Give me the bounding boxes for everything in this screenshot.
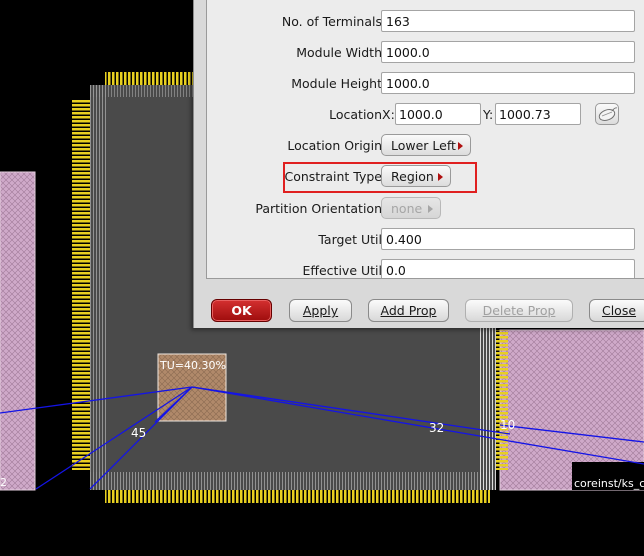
properties-form: No. of Terminals 163 Module Width 1000.0… [206,0,644,279]
row-location: Location X: 1000.0 Y: 1000.73 [207,103,644,129]
add-prop-button[interactable]: Add Prop [368,299,449,322]
partition-orientation-value: none [391,201,423,216]
target-util-label: Target Util [318,232,382,247]
pins-right [496,330,508,470]
partition-orientation-label: Partition Orientation [255,201,382,216]
module-properties-dialog: No. of Terminals 163 Module Width 1000.0… [193,0,644,328]
constraint-type-highlight [283,162,477,193]
left-instance[interactable] [0,171,36,491]
row-partition-orientation: Partition Orientation none [207,197,644,223]
module-height-field[interactable]: 1000.0 [381,72,635,94]
module-width-label: Module Width [296,45,382,60]
left-instance-label: 2 [0,476,7,489]
pins-top [105,72,193,85]
row-location-origin: Location Origin Lower Left [207,134,644,160]
close-button[interactable]: Close [589,299,644,322]
effective-util-label: Effective Util [302,263,382,278]
ok-button[interactable]: OK [211,299,272,322]
location-origin-value: Lower Left [391,138,456,153]
mouse-icon [598,107,618,121]
effective-util-field[interactable]: 0.0 [381,259,635,278]
row-module-width: Module Width 1000.0 [207,41,644,67]
chevron-right-icon [458,142,463,150]
instance-util-label: TU=40.30% [159,359,226,372]
row-num-terminals: No. of Terminals 163 [207,10,644,36]
apply-button[interactable]: Apply [289,299,352,322]
delete-prop-button: Delete Prop [465,299,573,322]
location-origin-label: Location Origin [287,138,382,153]
partition-orientation-combo: none [381,197,441,219]
location-x-field[interactable]: 1000.0 [395,103,481,125]
location-y-field[interactable]: 1000.73 [495,103,581,125]
module-width-field[interactable]: 1000.0 [381,41,635,63]
pins-left [72,100,90,470]
num-terminals-label: No. of Terminals [281,14,382,29]
location-origin-combo[interactable]: Lower Left [381,134,471,156]
num-terminals-field[interactable]: 163 [381,10,635,32]
chevron-right-icon [428,205,433,213]
row-effective-util: Effective Util 0.0 [207,259,644,278]
right-instance-label: coreinst/ks_c [574,477,644,490]
location-y-label: Y: [483,107,494,122]
target-util-field[interactable]: 0.400 [381,228,635,250]
pins-bottom [105,490,490,503]
location-x-label: X: [382,107,395,122]
module-height-label: Module Height [291,76,382,91]
net-weight-10: 10 [500,418,515,432]
net-weight-32: 32 [429,421,444,435]
location-pick-button[interactable] [595,103,619,125]
row-target-util: Target Util 0.400 [207,228,644,254]
net-weight-45: 45 [131,426,146,440]
location-label: Location [329,107,382,122]
row-module-height: Module Height 1000.0 [207,72,644,98]
